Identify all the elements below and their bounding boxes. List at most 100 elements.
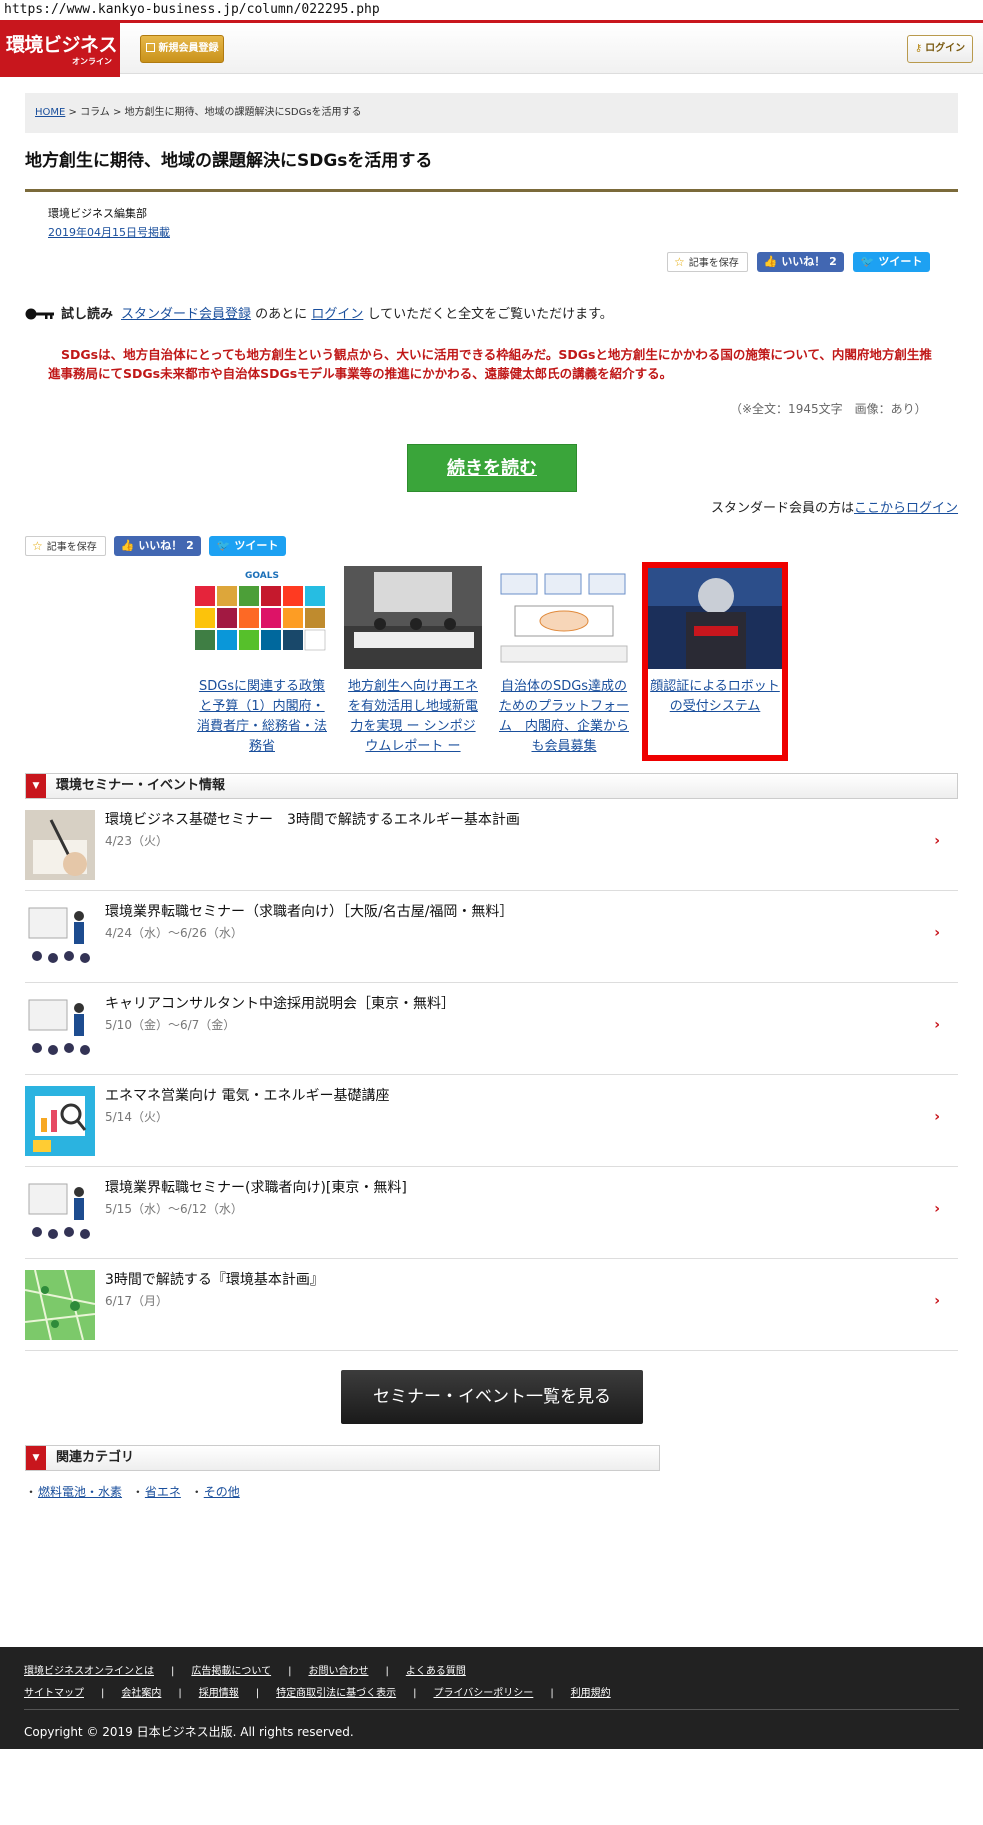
chevron-down-icon: ▼ (26, 1446, 46, 1470)
related-caption[interactable]: 自治体のSDGs達成のためのプラットフォーム 内閣府、企業からも会員募集 (495, 677, 633, 757)
breadcrumb-home[interactable]: HOME (35, 107, 65, 118)
social-buttons-bottom: ☆ 記事を保存 👍 いいね！ 2 🐦 ツイート (25, 536, 287, 556)
trial-label: 試し読み (61, 307, 114, 322)
footer-link[interactable]: 特定商取引法に基づく表示 (276, 1688, 396, 1699)
footer-link[interactable]: 広告掲載について (191, 1666, 271, 1677)
footer-link[interactable]: お問い合わせ (308, 1666, 368, 1677)
trial-login-link[interactable]: ログイン (311, 307, 363, 322)
thumbs-up-icon: 👍 (120, 539, 135, 552)
analytics-illustration (25, 1086, 95, 1156)
standard-login: スタンダード会員の方はここからログイン (711, 497, 958, 516)
breadcrumb-current: 地方創生に期待、地域の課題解決にSDGsを活用する (124, 107, 362, 118)
page-title: 地方創生に期待、地域の課題解決にSDGsを活用する (25, 148, 958, 192)
like-label: いいね！ 2 (781, 255, 837, 268)
chevron-right-icon: › (934, 1109, 940, 1125)
footer-sep: | (413, 1688, 417, 1699)
related-article-highlighted[interactable]: 顔認証によるロボットの受付システム (642, 562, 788, 761)
related-caption[interactable]: SDGsに関連する政策と予算（1）内閣府・消費者庁・総務省・法務省 (193, 677, 331, 757)
article-meta: （※全文：1945文字 画像：あり） (730, 402, 927, 416)
related-article[interactable]: GOALS SDGsに関連する政策と予算（1）内閣府・消費者庁・総務省・法務省 (193, 566, 331, 757)
standard-login-link[interactable]: ここからログイン (854, 501, 958, 516)
bullet: ・ (25, 1485, 38, 1499)
issue-date-link[interactable]: 2019年04月15日号掲載 (48, 226, 170, 239)
header-login-button[interactable]: ⚷ ログイン (907, 35, 973, 63)
footer-row-1: 環境ビジネスオンラインとは | 広告掲載について | お問い合わせ | よくある質問 (24, 1661, 611, 1683)
related-article[interactable]: 地方創生へ向け再エネを有効活用し地域新電力を実現 ー シンポジウムレポート ー (344, 566, 482, 757)
copyright: Copyright © 2019 日本ビジネス出版. All rights re… (24, 1725, 354, 1739)
event-item[interactable]: 環境業界転職セミナー(求職者向け)[東京・無料] 5/15（水）～6/12（水）… (25, 1167, 958, 1259)
logo-main: 環境ビジネス (6, 34, 118, 56)
footer-link[interactable]: プライバシーポリシー (434, 1688, 534, 1699)
site-logo[interactable]: 環境ビジネス オンライン (0, 20, 120, 77)
footer-link[interactable]: よくある質問 (406, 1666, 466, 1677)
chevron-right-icon: › (934, 1017, 940, 1033)
event-item[interactable]: 環境業界転職セミナー（求職者向け）［大阪/名古屋/福岡・無料］ 4/24（水）～… (25, 891, 958, 983)
continue-reading-button[interactable]: 続きを読む (407, 444, 577, 492)
related-caption[interactable]: 地方創生へ向け再エネを有効活用し地域新電力を実現 ー シンポジウムレポート ー (344, 677, 482, 757)
chevron-down-icon: ▼ (26, 774, 46, 798)
footer-sep: | (255, 1688, 260, 1699)
footer-link[interactable]: 利用規約 (571, 1688, 611, 1699)
footer-sep: | (550, 1688, 554, 1699)
footer-sep: | (101, 1688, 105, 1699)
footer-link[interactable]: 環境ビジネスオンラインとは (24, 1666, 154, 1677)
event-item[interactable]: エネマネ営業向け 電気・エネルギー基礎講座 5/14（火） › (25, 1075, 958, 1167)
breadcrumb: HOME > コラム > 地方創生に期待、地域の課題解決にSDGsを活用する (25, 93, 958, 133)
chevron-right-icon: › (934, 833, 940, 849)
facebook-like-button[interactable]: 👍 いいね！ 2 (756, 252, 844, 272)
related-caption[interactable]: 顔認証によるロボットの受付システム (646, 677, 784, 717)
register-button[interactable]: 新規会員登録 (140, 35, 224, 63)
event-date: 4/23（火） (105, 834, 168, 848)
seminar-heading: 環境セミナー・イベント情報 (56, 778, 226, 793)
author: 環境ビジネス編集部 (48, 207, 147, 220)
article-lead: SDGsは、地方自治体にとっても地方創生という観点から、大いに活用できる枠組みだ… (48, 347, 932, 381)
bullet: ・ (131, 1485, 144, 1499)
event-date: 5/14（火） (105, 1110, 168, 1124)
byline: 環境ビジネス編集部 2019年04月15日号掲載 (48, 204, 981, 242)
category-link[interactable]: 燃料電池・水素 (38, 1485, 122, 1499)
footer-divider (24, 1709, 959, 1710)
save-article-button[interactable]: ☆ 記事を保存 (667, 252, 748, 272)
footer-link[interactable]: サイトマップ (24, 1688, 84, 1699)
address-bar[interactable]: https://www.kankyo-business.jp/column/02… (0, 0, 983, 20)
chevron-right-icon: › (934, 925, 940, 941)
site-header: 環境ビジネス オンライン 新規会員登録 ⚷ ログイン (0, 20, 983, 77)
seminar-section-header: ▼ 環境セミナー・イベント情報 (25, 773, 958, 799)
seminar-list: 環境ビジネス基礎セミナー 3時間で解読するエネルギー基本計画 4/23（火） ›… (25, 799, 958, 1351)
twitter-icon: 🐦 (860, 255, 875, 268)
category-link[interactable]: その他 (204, 1485, 240, 1499)
footer-link[interactable]: 会社案内 (121, 1688, 161, 1699)
event-item[interactable]: キャリアコンサルタント中途採用説明会［東京・無料］ 5/10（金）～6/7（金）… (25, 983, 958, 1075)
tweet-button[interactable]: 🐦 ツイート (852, 252, 931, 272)
like-label: いいね！ 2 (138, 539, 194, 552)
event-date: 5/15（水）～6/12（水） (105, 1202, 243, 1216)
category-link[interactable]: 省エネ (145, 1485, 181, 1499)
event-date: 6/17（月） (105, 1294, 168, 1308)
thumbs-up-icon: 👍 (763, 255, 778, 268)
breadcrumb-sep: > (68, 107, 81, 118)
tweet-button[interactable]: 🐦 ツイート (208, 536, 287, 556)
event-title: 環境ビジネス基礎セミナー 3時間で解読するエネルギー基本計画 (105, 812, 520, 828)
green-map-illustration (25, 1270, 95, 1340)
site-footer: 環境ビジネスオンラインとは | 広告掲載について | お問い合わせ | よくある質問 サイト… (0, 1647, 983, 1749)
event-date: 5/10（金）～6/7（金） (105, 1018, 236, 1032)
footer-row-2: サイトマップ | 会社案内 | 採用情報 | 特定商取引法に基づく表示 | プライバシーポリシー… (24, 1683, 611, 1705)
seminar-list-button[interactable]: セミナー・イベント一覧を見る (341, 1370, 643, 1424)
star-icon: ☆ (674, 255, 685, 269)
trial-text-mid: のあとに (255, 307, 308, 322)
footer-link[interactable]: 採用情報 (199, 1688, 239, 1699)
event-item[interactable]: 3時間で解読する『環境基本計画』 6/17（月） › (25, 1259, 958, 1351)
event-date: 4/24（水）～6/26（水） (105, 926, 243, 940)
tweet-label: ツイート (878, 255, 923, 268)
event-item[interactable]: 環境ビジネス基礎セミナー 3時間で解読するエネルギー基本計画 4/23（火） › (25, 799, 958, 891)
event-title: 3時間で解読する『環境基本計画』 (105, 1272, 324, 1288)
footer-sep: | (385, 1666, 389, 1677)
chevron-right-icon: › (934, 1201, 940, 1217)
sdgs-goals-thumbnail: GOALS (193, 566, 331, 669)
save-article-button[interactable]: ☆ 記事を保存 (25, 536, 106, 556)
svg-text:GOALS: GOALS (245, 571, 279, 581)
breadcrumb-column[interactable]: コラム (80, 107, 110, 118)
facebook-like-button[interactable]: 👍 いいね！ 2 (113, 536, 201, 556)
related-article[interactable]: 自治体のSDGs達成のためのプラットフォーム 内閣府、企業からも会員募集 (495, 566, 633, 757)
standard-register-link[interactable]: スタンダード会員登録 (121, 307, 251, 322)
